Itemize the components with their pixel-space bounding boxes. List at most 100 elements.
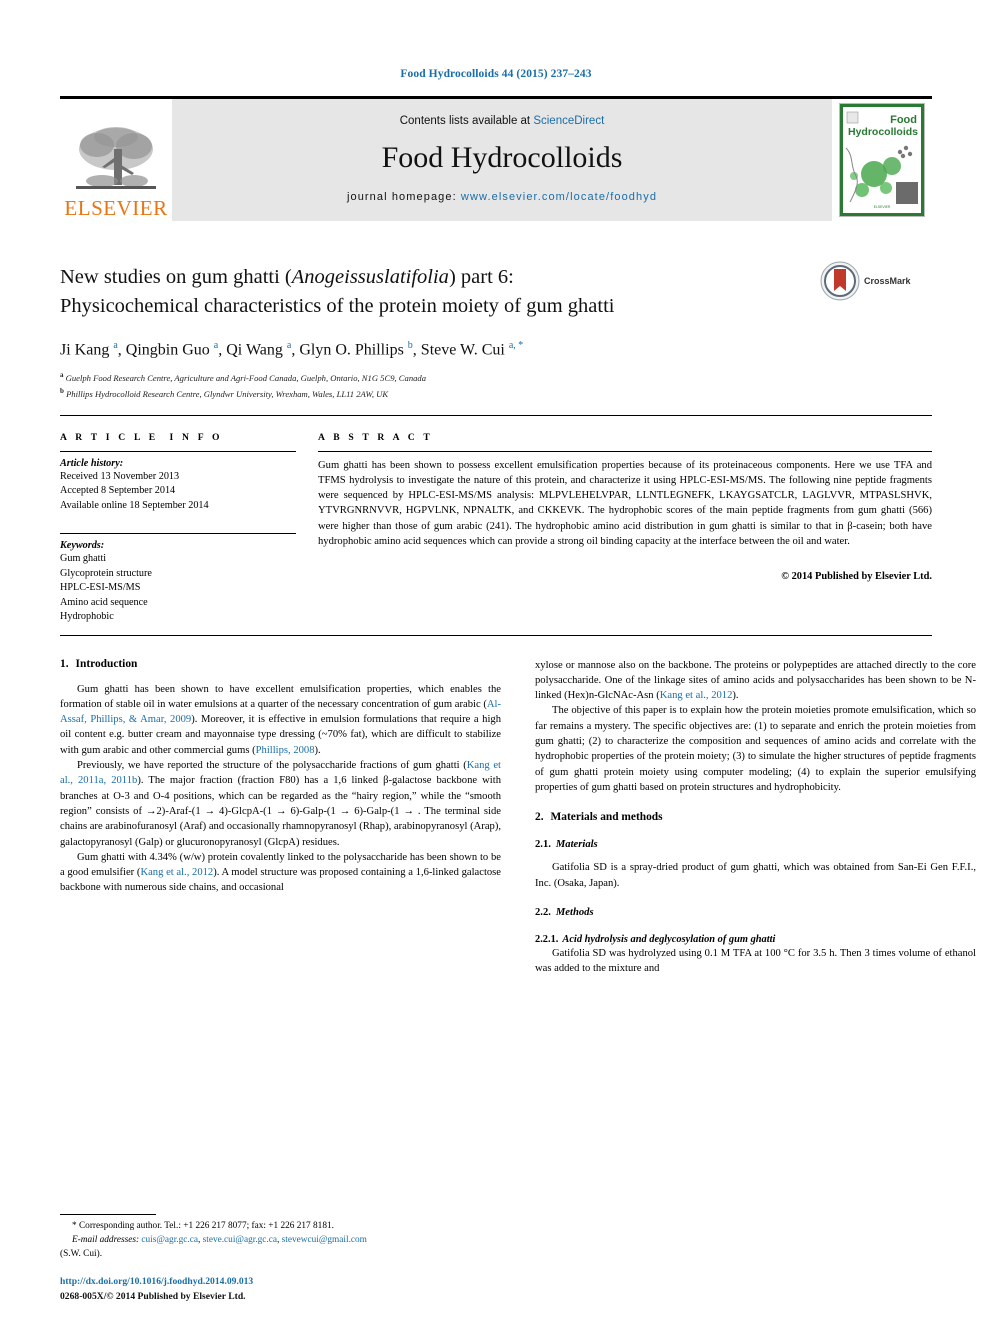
elsevier-logo: ELSEVIER bbox=[60, 99, 172, 221]
section-title: Introduction bbox=[75, 657, 138, 670]
paragraph: Gatifolia SD was hydrolyzed using 0.1 M … bbox=[535, 947, 976, 975]
paragraph: Gatifolia SD is a spray-dried product of… bbox=[535, 862, 976, 889]
para-text: ). bbox=[732, 690, 739, 702]
email-label: E-mail addresses: bbox=[72, 1235, 140, 1246]
email-link-2[interactable]: steve.cui@agr.gc.ca bbox=[203, 1235, 277, 1245]
history-accepted: Accepted 8 September 2014 bbox=[60, 485, 176, 497]
sciencedirect-link[interactable]: ScienceDirect bbox=[533, 115, 604, 127]
crossmark-icon bbox=[820, 261, 860, 301]
subsection-title: Materials bbox=[555, 839, 598, 851]
abstract-heading: A B S T R A C T bbox=[318, 431, 433, 443]
title-line1-part-a: New studies on gum ghatti ( bbox=[60, 266, 292, 288]
subsubsection-title: Acid hydrolysis and deglycosylation of g… bbox=[562, 933, 776, 945]
journal-masthead: ELSEVIER Contents lists available at Sci… bbox=[60, 96, 932, 221]
svg-text:Hydrocolloids: Hydrocolloids bbox=[848, 126, 918, 138]
author-marker: a bbox=[113, 340, 118, 352]
email-suffix: (S.W. Cui). bbox=[60, 1249, 103, 1260]
para-text: ). bbox=[314, 744, 321, 756]
subsubsection-heading-acid-hydrolysis: 2.2.1. Acid hydrolysis and deglycosylatio… bbox=[535, 934, 976, 945]
keywords-label: Keywords: bbox=[60, 540, 105, 552]
affiliations: a Guelph Food Research Centre, Agricultu… bbox=[60, 370, 932, 400]
article-info-abstract: A R T I C L E I N F O Article history: R… bbox=[60, 432, 932, 636]
keyword-item: Hydrophobic bbox=[60, 611, 114, 623]
author-marker: a bbox=[213, 340, 219, 352]
para-text: xylose or mannose also on the backbone. … bbox=[535, 659, 976, 702]
para-text: Previously, we have reported the structu… bbox=[77, 760, 467, 772]
history-received: Received 13 November 2013 bbox=[60, 470, 180, 482]
citation-link[interactable]: Kang et al., 2012 bbox=[140, 867, 213, 878]
affiliation-b: b Phillips Hydrocolloid Research Centre,… bbox=[60, 386, 932, 401]
section-heading-introduction: 1. Introduction bbox=[60, 658, 501, 670]
homepage-url[interactable]: www.elsevier.com/locate/foodhyd bbox=[461, 191, 657, 203]
corresponding-author-note: * Corresponding author. Tel.: +1 226 217… bbox=[72, 1221, 334, 1232]
author-marker: b bbox=[407, 340, 413, 352]
journal-cover-image: Food Hydrocolloids ELSEVIER bbox=[839, 103, 925, 217]
contents-available-line: Contents lists available at ScienceDirec… bbox=[400, 115, 605, 127]
citation-link[interactable]: Phillips, 2008 bbox=[256, 745, 315, 756]
email-addresses-note: E-mail addresses: cuis@agr.gc.ca, steve.… bbox=[72, 1235, 367, 1246]
section-number: 1. bbox=[60, 657, 69, 670]
abstract-text: Gum ghatti has been shown to possess exc… bbox=[318, 459, 932, 547]
paragraph: Previously, we have reported the structu… bbox=[60, 758, 501, 850]
author-list: Ji Kang a, Qingbin Guo a, Qi Wang a, Gly… bbox=[60, 340, 524, 359]
elsevier-wordmark: ELSEVIER bbox=[64, 196, 168, 220]
doi-link[interactable]: http://dx.doi.org/10.1016/j.foodhyd.2014… bbox=[60, 1275, 501, 1290]
crossmark-label: CrossMark bbox=[864, 276, 911, 286]
article-info-heading: A R T I C L E I N F O bbox=[60, 431, 223, 443]
keyword-item: HPLC-ESI-MS/MS bbox=[60, 582, 141, 594]
subsection-heading-materials: 2.1. Materials bbox=[535, 839, 976, 850]
abstract-column: A B S T R A C T Gum ghatti has been show… bbox=[318, 432, 932, 625]
subsection-title: Methods bbox=[555, 906, 594, 918]
paragraph: xylose or mannose also on the backbone. … bbox=[535, 658, 976, 704]
svg-text:Food: Food bbox=[890, 114, 917, 126]
subsubsection-number: 2.2.1. bbox=[535, 933, 559, 945]
divider bbox=[318, 450, 932, 452]
affiliation-a-text: Guelph Food Research Centre, Agriculture… bbox=[65, 373, 427, 384]
footnote-block: * Corresponding author. Tel.: +1 226 217… bbox=[60, 1214, 501, 1305]
keyword-item: Glycoprotein structure bbox=[60, 567, 152, 579]
issn-copyright: 0268-005X/© 2014 Published by Elsevier L… bbox=[60, 1291, 246, 1303]
affiliation-a: a Guelph Food Research Centre, Agricultu… bbox=[60, 370, 932, 385]
author-marker: a, * bbox=[508, 340, 524, 352]
svg-text:ELSEVIER: ELSEVIER bbox=[874, 205, 891, 209]
keyword-item: Gum ghatti bbox=[60, 553, 107, 565]
paragraph: Gum ghatti with 4.34% (w/w) protein cova… bbox=[60, 850, 501, 896]
affiliation-marker-a: a bbox=[60, 371, 64, 380]
page-title: New studies on gum ghatti (Anogeissuslat… bbox=[60, 263, 812, 321]
section-heading-materials-methods: 2. Materials and methods bbox=[535, 811, 976, 823]
citation-link[interactable]: Kang et al., 2012 bbox=[660, 690, 733, 701]
crossmark-badge[interactable]: CrossMark bbox=[820, 259, 932, 303]
section-title: Materials and methods bbox=[550, 811, 663, 824]
homepage-prefix: journal homepage: bbox=[346, 191, 461, 203]
paragraph: Gum ghatti has been shown to have excell… bbox=[60, 682, 501, 758]
elsevier-tree-icon bbox=[76, 127, 156, 189]
section-number: 2. bbox=[535, 811, 544, 824]
running-head: Food Hydrocolloids 44 (2015) 237–243 bbox=[400, 68, 592, 80]
body-column-left: 1. Introduction Gum ghatti has been shown… bbox=[60, 658, 501, 977]
body-column-right: xylose or mannose also on the backbone. … bbox=[535, 658, 976, 977]
article-info-column: A R T I C L E I N F O Article history: R… bbox=[60, 432, 318, 625]
email-link-3[interactable]: stevewcui@gmail.com bbox=[282, 1235, 367, 1245]
keywords-block: Keywords: Gum ghatti Glycoprotein struct… bbox=[60, 533, 296, 624]
author-marker: a bbox=[286, 340, 292, 352]
history-available-online: Available online 18 September 2014 bbox=[60, 499, 209, 511]
abstract-copyright: © 2014 Published by Elsevier Ltd. bbox=[781, 571, 932, 583]
subsection-number: 2.2. bbox=[535, 906, 551, 918]
subsection-number: 2.1. bbox=[535, 839, 551, 851]
subsection-heading-methods: 2.2. Methods bbox=[535, 907, 976, 918]
article-history-label: Article history: bbox=[60, 457, 124, 469]
paper-page: Food Hydrocolloids 44 (2015) 237–243 ELS… bbox=[0, 0, 992, 1323]
footnote-divider bbox=[60, 1214, 156, 1216]
contents-prefix: Contents lists available at bbox=[399, 115, 534, 127]
email-link-1[interactable]: cuis@agr.gc.ca bbox=[141, 1235, 198, 1245]
affiliation-marker-b: b bbox=[60, 386, 64, 395]
masthead-center: Contents lists available at ScienceDirec… bbox=[172, 99, 832, 221]
cover-artwork: Food Hydrocolloids ELSEVIER bbox=[840, 104, 924, 216]
body-columns: 1. Introduction Gum ghatti has been shown… bbox=[60, 658, 976, 977]
paragraph: The objective of this paper is to explai… bbox=[535, 705, 976, 793]
divider bbox=[60, 450, 296, 452]
title-species-name: Anogeissuslatifolia bbox=[291, 266, 449, 288]
journal-title: Food Hydrocolloids bbox=[381, 141, 623, 174]
keyword-item: Amino acid sequence bbox=[60, 596, 148, 608]
title-line1-part-b: ) part 6: bbox=[448, 266, 514, 288]
